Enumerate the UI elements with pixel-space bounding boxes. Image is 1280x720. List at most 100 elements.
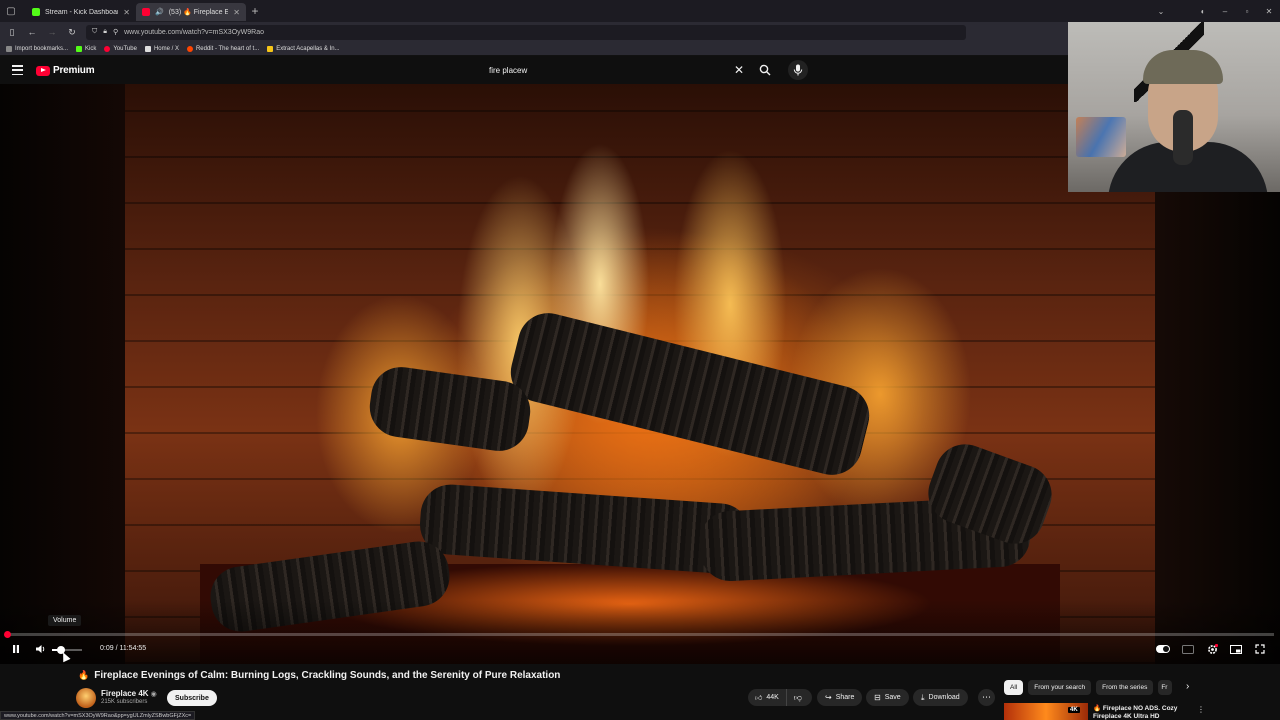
mute-button[interactable] — [34, 642, 48, 656]
tab-close-icon[interactable]: ✕ — [123, 8, 130, 17]
progress-scrubber[interactable] — [4, 631, 11, 638]
captions-button[interactable] — [1181, 642, 1195, 656]
more-horizontal-icon: ⋯ — [982, 692, 991, 702]
url-text[interactable]: www.youtube.com/watch?v=mSX3OyW9Rao — [124, 29, 264, 36]
gear-icon — [1207, 643, 1218, 654]
share-icon: ↪ — [825, 693, 832, 702]
thumbs-up-icon: 👍︎ — [755, 695, 763, 702]
download-button[interactable]: ⤓ Download — [913, 689, 968, 706]
bookmark-x[interactable]: Home / X — [144, 45, 179, 52]
time-display: 0:09 / 11:54:55 — [100, 645, 147, 652]
bookmark-reddit[interactable]: Reddit - The heart of t... — [186, 45, 259, 52]
tab-label: (53) 🔥 Fireplace Evenings — [168, 9, 229, 16]
recommendation-4k-badge: 4K — [1068, 707, 1080, 713]
download-icon: ⤓ — [921, 692, 925, 702]
bookmark-icon: ⊟ — [874, 693, 881, 702]
microphone-icon — [793, 64, 803, 76]
window-controls: ⌄ ◐ – ▫ ✕ — [1150, 7, 1280, 16]
bookmark-kick[interactable]: Kick — [76, 45, 96, 52]
speaker-icon[interactable]: 🔊 — [155, 8, 164, 16]
tab-overview-icon[interactable]: ▢ — [0, 0, 22, 22]
search-button[interactable] — [755, 60, 775, 80]
x-icon — [144, 45, 151, 52]
address-bar[interactable]: ⛉ 🔒︎ ⚲ www.youtube.com/watch?v=mSX3OyW9R… — [86, 24, 966, 40]
chevron-right-icon[interactable]: › — [1186, 681, 1189, 692]
more-actions-button[interactable]: ⋯ — [978, 689, 995, 706]
like-count: 44K — [766, 694, 779, 701]
maximize-icon[interactable]: ▫ — [1236, 7, 1258, 16]
chip-from-your-search[interactable]: From your search — [1028, 680, 1092, 695]
bookmark-youtube[interactable]: YouTube — [104, 45, 137, 52]
streamer-cap — [1143, 50, 1223, 84]
tab-list-chevron-icon[interactable]: ⌄ — [1150, 7, 1172, 16]
tab-kick-dashboard[interactable]: Stream - Kick Dashboard ✕ — [26, 3, 136, 21]
search-input[interactable] — [482, 60, 752, 80]
player-controls-gradient — [0, 600, 1280, 664]
search-icon — [759, 64, 771, 76]
progress-bar[interactable] — [6, 633, 1274, 636]
new-tab-button[interactable]: + — [246, 2, 264, 20]
subscriber-count: 215K subscribers — [101, 699, 148, 705]
share-button[interactable]: ↪ Share — [817, 689, 863, 706]
miniplayer-icon — [1230, 644, 1242, 654]
forward-arrow-icon[interactable]: → — [46, 27, 58, 37]
site-settings-icon[interactable]: ⚲ — [113, 28, 118, 36]
chip-all[interactable]: All — [1004, 680, 1024, 695]
lock-icon[interactable]: 🔒︎ — [103, 28, 107, 36]
kick-icon — [76, 45, 83, 52]
search-clear-icon[interactable]: ✕ — [734, 62, 744, 78]
webcam-overlay — [1068, 22, 1280, 192]
like-button[interactable]: 👍︎ 44K — [748, 689, 787, 706]
miniplayer-button[interactable] — [1229, 642, 1243, 656]
hamburger-menu-icon[interactable] — [12, 65, 23, 75]
download-label: Download — [928, 694, 960, 701]
bookmark-acapellas[interactable]: Extract Acapellas & In... — [267, 45, 340, 52]
captions-icon — [1182, 644, 1194, 654]
fullscreen-button[interactable] — [1253, 642, 1267, 656]
shield-icon[interactable]: ⛉ — [92, 28, 97, 36]
tab-youtube-fireplace[interactable]: 🔊 (53) 🔥 Fireplace Evenings ✕ — [136, 3, 246, 21]
streamer-microphone — [1173, 110, 1193, 165]
share-label: Share — [835, 694, 855, 701]
close-window-icon[interactable]: ✕ — [1258, 7, 1280, 16]
autoplay-toggle-icon — [1156, 645, 1170, 653]
logo-text: Premium — [53, 65, 95, 76]
kebab-menu-icon[interactable]: ⋮ — [1197, 705, 1205, 714]
pause-icon — [13, 645, 19, 653]
chip-truncated[interactable]: Fr — [1158, 680, 1173, 695]
acapella-icon — [267, 45, 274, 52]
youtube-play-icon — [36, 65, 50, 76]
subscribe-button[interactable]: Subscribe — [167, 690, 217, 706]
youtube-premium-logo[interactable]: Premium — [36, 65, 95, 76]
channel-avatar[interactable] — [76, 688, 96, 708]
bookmark-import[interactable]: Import bookmarks... — [6, 45, 68, 52]
channel-name[interactable]: Fireplace 4K — [101, 689, 149, 698]
minimize-icon[interactable]: – — [1214, 7, 1236, 16]
video-title-row: 🔥 Fireplace Evenings of Calm: Burning Lo… — [78, 670, 560, 681]
related-filter-chips: All From your search From the series Fr — [1004, 680, 1173, 695]
channel-name-row[interactable]: Fireplace 4K ◉ — [101, 689, 157, 698]
dislike-button[interactable]: 👎︎ — [787, 693, 809, 703]
tab-label: Stream - Kick Dashboard — [45, 8, 119, 16]
back-arrow-icon[interactable]: ← — [26, 27, 38, 37]
voice-search-button[interactable] — [788, 60, 808, 80]
youtube-favicon-icon — [142, 8, 150, 16]
settings-button[interactable] — [1205, 642, 1219, 656]
recommendation-title[interactable]: 🔥 Fireplace NO ADS. Cozy Fireplace 4K Ul… — [1093, 705, 1193, 720]
background-shelf — [1076, 117, 1126, 157]
save-label: Save — [884, 694, 901, 701]
chip-from-the-series[interactable]: From the series — [1096, 680, 1154, 695]
video-side-left — [0, 84, 125, 664]
autoplay-toggle[interactable] — [1156, 642, 1170, 656]
sidebar-toggle-icon[interactable]: ▯ — [6, 27, 18, 38]
reload-icon[interactable]: ↻ — [66, 27, 78, 38]
volume-tooltip: Volume — [48, 615, 82, 626]
thumbs-down-icon: 👎︎ — [793, 692, 802, 702]
profile-icon[interactable]: ◐ — [1192, 7, 1214, 16]
like-dislike-group: 👍︎ 44K 👎︎ — [748, 689, 812, 706]
pause-button[interactable] — [9, 642, 23, 656]
save-button[interactable]: ⊟ Save — [866, 689, 909, 706]
tab-close-icon[interactable]: ✕ — [233, 8, 240, 17]
reddit-icon — [186, 45, 193, 52]
browser-tab-strip: ▢ Stream - Kick Dashboard ✕ 🔊 (53) 🔥 Fir… — [0, 0, 1280, 22]
